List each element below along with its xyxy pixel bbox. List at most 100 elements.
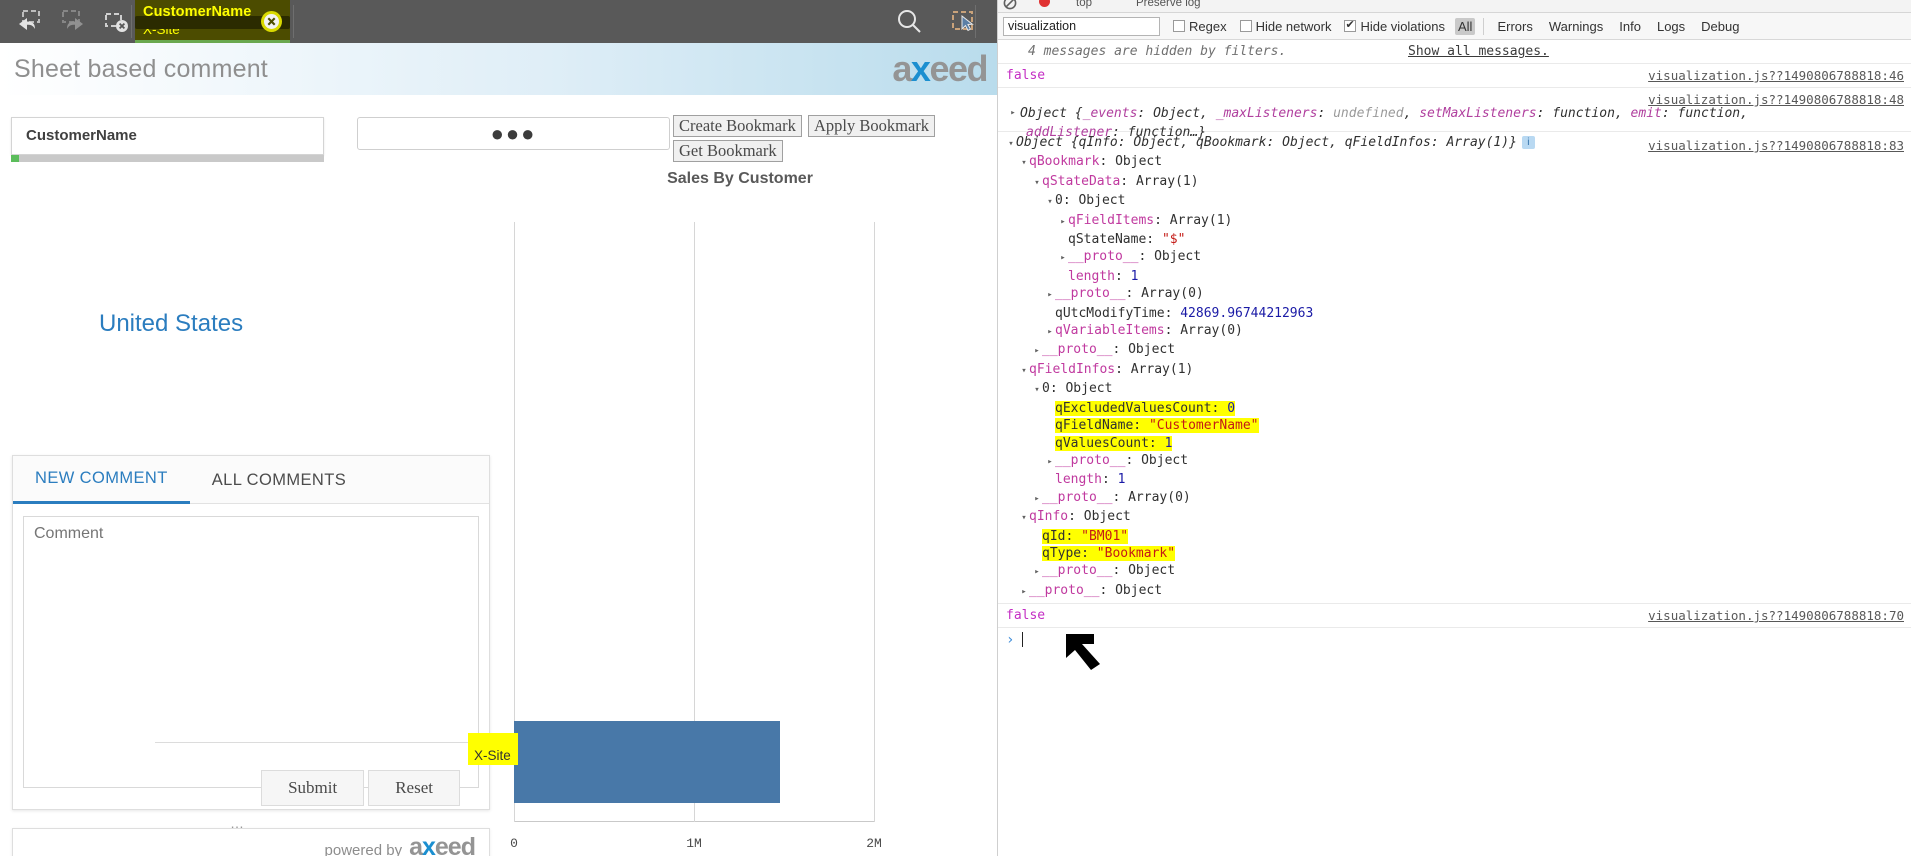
- chart-bar[interactable]: [514, 721, 781, 803]
- expand-arrow-icon[interactable]: ▸: [1032, 564, 1042, 581]
- expand-arrow-icon[interactable]: ▸: [1045, 454, 1055, 471]
- tree-node[interactable]: ▸ __proto__: Object: [1006, 452, 1911, 471]
- regex-checkbox-row[interactable]: Regex: [1173, 19, 1227, 34]
- level-info[interactable]: Info: [1616, 18, 1644, 35]
- create-bookmark-button[interactable]: Create Bookmark: [673, 115, 802, 137]
- tree-node-separator: :: [1164, 323, 1181, 339]
- execution-context-label[interactable]: top: [1076, 0, 1092, 9]
- collapse-arrow-icon[interactable]: ▾: [1045, 194, 1055, 211]
- source-link-46[interactable]: visualization.js??1490806788818:46: [1648, 66, 1904, 85]
- expand-arrow-icon[interactable]: ▸: [1058, 214, 1068, 231]
- tree-node-value: 42869.96744212963: [1180, 305, 1314, 321]
- tree-node[interactable]: ▸ __proto__: Object: [1006, 248, 1911, 267]
- clear-console-icon[interactable]: [1003, 0, 1017, 10]
- collapse-arrow-icon[interactable]: ▾: [1019, 363, 1029, 380]
- object-inspector-tree[interactable]: ▾ Object {qInfo: Object, qBookmark: Objec…: [998, 132, 1911, 603]
- chart-gridline: [874, 222, 875, 822]
- expand-arrow-icon[interactable]: ▸: [1032, 343, 1042, 360]
- tree-node-content: __proto__: Array(0): [1042, 490, 1191, 505]
- log-row-bookmark-object[interactable]: visualization.js??1490806788818:83 ▾ Obje…: [998, 132, 1911, 603]
- selection-chip-customername[interactable]: CustomerName X-Site: [135, 0, 290, 43]
- level-warnings[interactable]: Warnings: [1546, 18, 1606, 35]
- tree-node[interactable]: ▸ __proto__: Object: [1006, 582, 1911, 601]
- collapse-arrow-icon[interactable]: ▾: [1019, 510, 1029, 527]
- tree-node[interactable]: ▾ qInfo: Object: [1006, 508, 1911, 527]
- console-filter-input[interactable]: [1003, 16, 1160, 36]
- tree-node-content: __proto__: Object: [1042, 342, 1175, 357]
- logo-prefix: a: [892, 48, 912, 89]
- expand-arrow-icon[interactable]: ▸: [1008, 104, 1018, 123]
- tree-node[interactable]: qFieldName: "CustomerName": [1006, 417, 1911, 434]
- tree-node-content: qStateName: "$": [1068, 232, 1185, 247]
- tree-node[interactable]: ▸ __proto__: Object: [1006, 341, 1911, 360]
- filter-pane-customername[interactable]: CustomerName: [11, 117, 324, 155]
- selection-tool-icon[interactable]: [935, 0, 993, 43]
- collapse-arrow-icon[interactable]: ▾: [1032, 382, 1042, 399]
- tree-node[interactable]: ▾ qStateData: Array(1): [1006, 173, 1911, 192]
- submit-button[interactable]: Submit: [261, 770, 365, 806]
- tree-node[interactable]: ▾ 0: Object: [1006, 192, 1911, 211]
- show-all-messages-link[interactable]: Show all messages.: [1408, 42, 1549, 61]
- tree-node[interactable]: length: 1: [1006, 268, 1911, 285]
- search-icon[interactable]: [880, 0, 938, 43]
- tree-node[interactable]: ▸ qVariableItems: Array(0): [1006, 322, 1911, 341]
- tree-node[interactable]: qValuesCount: 1: [1006, 435, 1911, 452]
- chart-category-label[interactable]: X-Site: [470, 747, 515, 765]
- tree-node-separator: :: [1133, 418, 1149, 434]
- hide-network-checkbox-row[interactable]: Hide network: [1239, 19, 1331, 34]
- tree-node[interactable]: length: 1: [1006, 471, 1911, 488]
- regex-checkbox[interactable]: [1173, 20, 1185, 32]
- clear-selection-icon[interactable]: [261, 11, 282, 32]
- apply-bookmark-button[interactable]: Apply Bookmark: [808, 115, 936, 137]
- get-bookmark-button[interactable]: Get Bookmark: [673, 140, 783, 162]
- console-prompt-row[interactable]: ›: [998, 628, 1911, 674]
- tree-node[interactable]: ▸ __proto__: Object: [1006, 562, 1911, 581]
- hide-violations-checkbox[interactable]: [1344, 18, 1357, 32]
- tree-node[interactable]: qUtcModifyTime: 42869.96744212963: [1006, 305, 1911, 322]
- expand-arrow-icon[interactable]: ▸: [1045, 287, 1055, 304]
- tree-node[interactable]: ▾ qFieldInfos: Array(1): [1006, 361, 1911, 380]
- collapse-arrow-icon[interactable]: ▾: [1006, 136, 1016, 153]
- level-debug[interactable]: Debug: [1698, 18, 1742, 35]
- reset-button[interactable]: Reset: [368, 770, 460, 806]
- tree-node-content: length: 1: [1068, 269, 1138, 284]
- tab-all-comments[interactable]: ALL COMMENTS: [190, 456, 368, 504]
- filter-selection-indicator: [11, 155, 19, 162]
- hide-network-checkbox[interactable]: [1239, 20, 1252, 32]
- error-indicator-icon[interactable]: [1039, 0, 1050, 7]
- chart-plot-area[interactable]: X-Site: [468, 222, 875, 822]
- level-all[interactable]: All: [1455, 17, 1476, 35]
- expand-arrow-icon[interactable]: ▸: [1058, 250, 1068, 267]
- bookmark-value-field[interactable]: ●●●: [357, 117, 670, 150]
- filter-scrollbar[interactable]: [11, 155, 324, 162]
- tree-node-value: Object: [1154, 249, 1202, 265]
- preserve-log-label[interactable]: Preserve log: [1136, 0, 1201, 9]
- tree-node-key: __proto__: [1042, 489, 1113, 505]
- source-link-70[interactable]: visualization.js??1490806788818:70: [1648, 606, 1904, 625]
- collapse-arrow-icon[interactable]: ▾: [1019, 155, 1029, 172]
- tree-node-content: __proto__: Array(0): [1055, 286, 1204, 301]
- tab-new-comment[interactable]: NEW COMMENT: [13, 456, 190, 504]
- info-badge-icon[interactable]: i: [1521, 136, 1535, 149]
- hide-violations-checkbox-row[interactable]: Hide violations: [1344, 18, 1445, 34]
- tree-node[interactable]: qId: "BM01": [1006, 528, 1911, 545]
- expand-arrow-icon[interactable]: ▸: [1019, 584, 1029, 601]
- collapse-arrow-icon[interactable]: ▾: [1032, 175, 1042, 192]
- level-logs[interactable]: Logs: [1654, 18, 1688, 35]
- console-log-list[interactable]: 4 messages are hidden by filters. Show a…: [998, 40, 1911, 856]
- comment-input[interactable]: [23, 516, 479, 788]
- tree-node[interactable]: ▸ __proto__: Array(0): [1006, 285, 1911, 304]
- tree-node[interactable]: ▾ qBookmark: Object: [1006, 153, 1911, 172]
- tree-node[interactable]: ▾ Object {qInfo: Object, qBookmark: Objec…: [1006, 134, 1911, 153]
- tree-node[interactable]: ▸ __proto__: Array(0): [1006, 489, 1911, 508]
- tree-node[interactable]: qStateName: "$": [1006, 231, 1911, 248]
- log-row-emitter-object[interactable]: visualization.js??1490806788818:48 ▸ Obj…: [998, 88, 1911, 140]
- tree-node-key: qStateData: [1042, 173, 1121, 189]
- tree-node[interactable]: qType: "Bookmark": [1006, 545, 1911, 562]
- expand-arrow-icon[interactable]: ▸: [1032, 491, 1042, 508]
- tree-node[interactable]: ▸ qFieldItems: Array(1): [1006, 212, 1911, 231]
- expand-arrow-icon[interactable]: ▸: [1045, 324, 1055, 341]
- tree-node[interactable]: qExcludedValuesCount: 0: [1006, 400, 1911, 417]
- tree-node[interactable]: ▾ 0: Object: [1006, 380, 1911, 399]
- level-errors[interactable]: Errors: [1494, 18, 1535, 35]
